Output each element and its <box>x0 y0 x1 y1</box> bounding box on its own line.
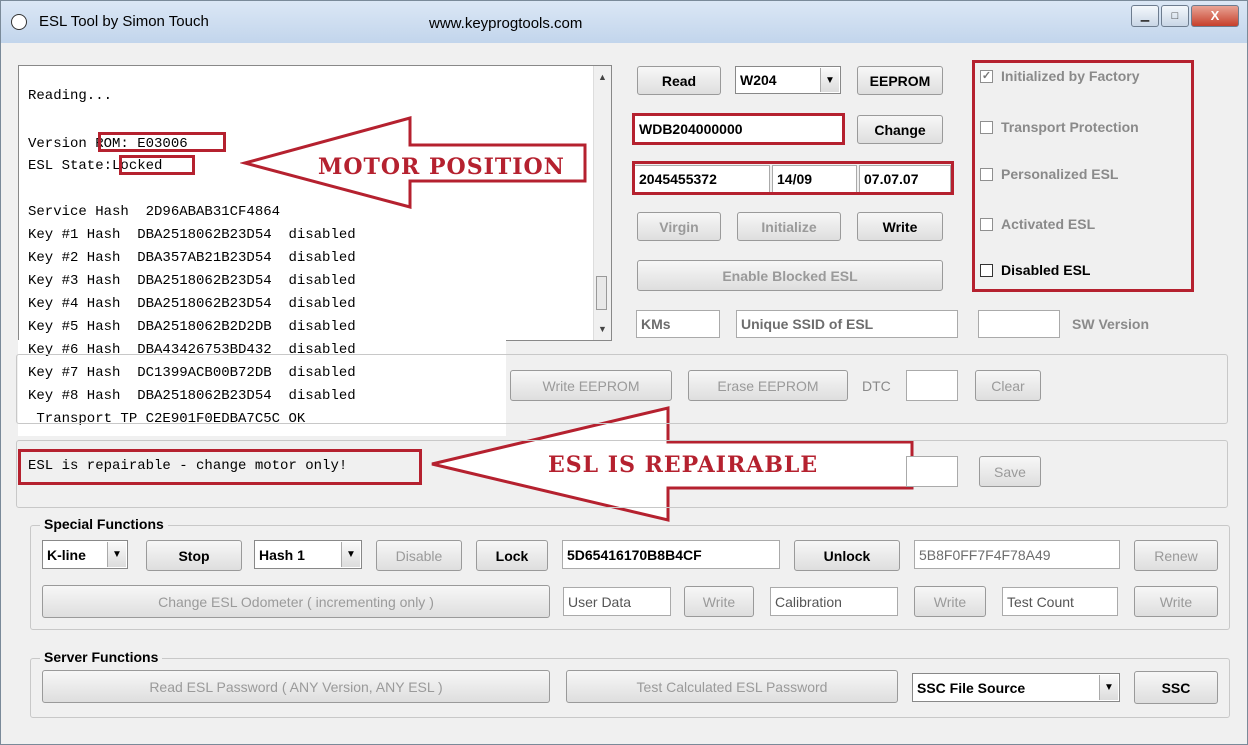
hash-select[interactable]: Hash 1 ▼ <box>254 540 362 569</box>
close-button[interactable]: X <box>1191 5 1239 27</box>
stop-button[interactable]: Stop <box>146 540 242 571</box>
test-password-button[interactable]: Test Calculated ESL Password <box>566 670 898 703</box>
motor-position-label: MOTOR POSITION <box>318 154 565 180</box>
test-count-field[interactable]: Test Count <box>1002 587 1118 616</box>
checkbox-box <box>980 167 993 181</box>
virgin-button[interactable]: Virgin <box>637 212 721 241</box>
save-button[interactable]: Save <box>979 456 1041 487</box>
activated-label: Activated ESL <box>1001 216 1096 232</box>
checkbox-box <box>980 263 993 277</box>
transport-protection-checkbox[interactable]: Transport Protection <box>980 119 1139 135</box>
log-line: Key #2 Hash DBA357AB21B23D54 disabled <box>28 250 356 266</box>
activated-checkbox[interactable]: Activated ESL <box>980 216 1095 232</box>
hash-value-field[interactable]: 5D65416170B8B4CF <box>562 540 780 569</box>
unlock-value-field[interactable]: 5B8F0FF7F4F78A49 <box>914 540 1120 569</box>
write-eeprom-button[interactable]: Write EEPROM <box>510 370 672 401</box>
model-select-value: W204 <box>740 72 777 88</box>
chevron-down-icon[interactable]: ▼ <box>341 542 360 567</box>
dtc-field[interactable] <box>906 370 958 401</box>
ssc-source-select[interactable]: SSC File Source ▼ <box>912 673 1120 702</box>
scroll-down-icon[interactable]: ▼ <box>598 324 607 334</box>
rom-highlight <box>98 132 226 152</box>
log-scrollbar[interactable]: ▲ ▼ <box>593 66 611 340</box>
initialize-button[interactable]: Initialize <box>737 212 841 241</box>
special-functions-title: Special Functions <box>40 516 168 532</box>
scroll-thumb[interactable] <box>596 276 607 310</box>
chevron-down-icon[interactable]: ▼ <box>107 542 126 567</box>
enable-blocked-esl-button[interactable]: Enable Blocked ESL <box>637 260 943 291</box>
transport-protection-label: Transport Protection <box>1001 119 1139 135</box>
ssc-source-value: SSC File Source <box>917 679 1026 696</box>
chevron-down-icon[interactable]: ▼ <box>820 68 839 92</box>
window-title: ESL Tool by Simon Touch <box>39 13 209 30</box>
kline-select[interactable]: K-line ▼ <box>42 540 128 569</box>
minimize-button[interactable]: ▁ <box>1131 5 1159 27</box>
disable-button[interactable]: Disable <box>376 540 462 571</box>
sw-version-field[interactable] <box>978 310 1060 338</box>
dtc-label: DTC <box>862 378 891 394</box>
calibration-field[interactable]: Calibration <box>770 587 898 616</box>
checkmark-icon: ✓ <box>980 69 993 83</box>
parts-highlight <box>632 161 954 195</box>
kms-field[interactable]: KMs <box>636 310 720 338</box>
test-count-write-button[interactable]: Write <box>1134 586 1218 617</box>
renew-button[interactable]: Renew <box>1134 540 1218 571</box>
log-line: Key #1 Hash DBA2518062B23D54 disabled <box>28 227 356 243</box>
initialized-checkbox[interactable]: ✓ Initialized by Factory <box>980 68 1139 84</box>
user-data-write-button[interactable]: Write <box>684 586 754 617</box>
ssid-field[interactable]: Unique SSID of ESL <box>736 310 958 338</box>
log-line: Reading... <box>28 88 113 104</box>
user-data-field[interactable]: User Data <box>563 587 671 616</box>
state-highlight <box>119 155 195 175</box>
window-url: www.keyprogtools.com <box>429 15 583 32</box>
app-icon <box>11 14 27 30</box>
hash-value: Hash 1 <box>259 546 305 563</box>
kline-value: K-line <box>47 546 86 563</box>
read-button[interactable]: Read <box>637 66 721 95</box>
server-functions-title: Server Functions <box>40 649 163 665</box>
read-esl-password-button[interactable]: Read ESL Password ( ANY Version, ANY ESL… <box>42 670 550 703</box>
chevron-down-icon[interactable]: ▼ <box>1099 675 1118 700</box>
save-field[interactable] <box>906 456 958 487</box>
checkbox-box <box>980 217 993 231</box>
model-select[interactable]: W204 ▼ <box>735 66 841 94</box>
vin-highlight <box>632 113 845 145</box>
erase-eeprom-button[interactable]: Erase EEPROM <box>688 370 848 401</box>
sw-version-label: SW Version <box>1072 316 1150 332</box>
log-line: Key #5 Hash DBA2518062B2D2DB disabled <box>28 319 356 335</box>
change-odometer-button[interactable]: Change ESL Odometer ( incrementing only … <box>42 585 550 618</box>
calibration-write-button[interactable]: Write <box>914 586 986 617</box>
disabled-esl-label: Disabled ESL <box>1001 262 1091 278</box>
initialized-label: Initialized by Factory <box>1001 68 1140 84</box>
log-line: Key #3 Hash DBA2518062B23D54 disabled <box>28 273 356 289</box>
scroll-up-icon[interactable]: ▲ <box>598 72 607 82</box>
unlock-button[interactable]: Unlock <box>794 540 900 571</box>
change-button[interactable]: Change <box>857 115 943 144</box>
ssc-button[interactable]: SSC <box>1134 671 1218 704</box>
eeprom-button[interactable]: EEPROM <box>857 66 943 95</box>
maximize-button[interactable]: □ <box>1161 5 1189 27</box>
write-button[interactable]: Write <box>857 212 943 241</box>
clear-button[interactable]: Clear <box>975 370 1041 401</box>
log-line: Key #4 Hash DBA2518062B23D54 disabled <box>28 296 356 312</box>
personalized-label: Personalized ESL <box>1001 166 1119 182</box>
save-group <box>16 440 1228 508</box>
disabled-esl-checkbox[interactable]: Disabled ESL <box>980 262 1090 278</box>
checkbox-box <box>980 120 993 134</box>
title-bar[interactable]: ESL Tool by Simon Touch www.keyprogtools… <box>1 1 1247 43</box>
personalized-checkbox[interactable]: Personalized ESL <box>980 166 1118 182</box>
lock-button[interactable]: Lock <box>476 540 548 571</box>
